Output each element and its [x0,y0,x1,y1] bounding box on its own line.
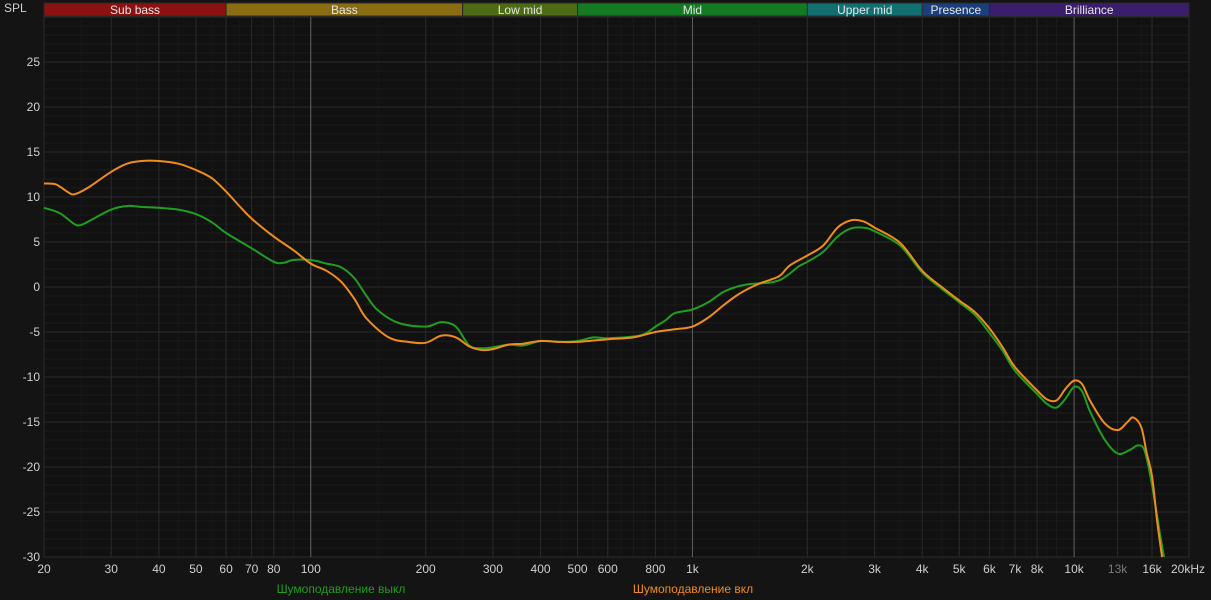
legend-item: Шумоподавление выкл [277,582,406,596]
y-tick-label: -25 [23,505,41,519]
x-tick-label: 13k [1108,562,1128,576]
y-tick-label: 25 [27,55,41,69]
y-tick-label: 0 [33,280,40,294]
x-tick-label: 5k [953,562,967,576]
x-tick-label: 400 [531,562,551,576]
band-label: Presence [930,3,981,17]
legend-item: Шумоподавление вкл [633,582,753,596]
x-tick-label: 40 [152,562,166,576]
y-tick-label: 10 [27,190,41,204]
y-tick-label: -15 [23,415,41,429]
x-tick-label: 500 [568,562,588,576]
x-tick-label: 3k [868,562,882,576]
x-tick-label: 8k [1031,562,1045,576]
x-tick-label: 200 [416,562,436,576]
band-label: Sub bass [110,3,160,17]
x-tick-label: 4k [916,562,930,576]
band-label: Upper mid [837,3,892,17]
y-tick-label: -5 [29,325,40,339]
frequency-response-chart: Sub bass Bass Low mid Mid Upper mid Presence B… [0,0,1211,600]
band-label: Bass [331,3,358,17]
y-tick-label: 15 [27,145,41,159]
y-tick-label: -10 [23,370,41,384]
band-label: Brilliance [1065,3,1114,17]
x-tick-label: 10k [1064,562,1084,576]
band-label: Low mid [498,3,543,17]
x-tick-label: 300 [483,562,503,576]
x-tick-label: 7k [1009,562,1023,576]
x-tick-label: 800 [645,562,665,576]
x-tick-label: 20 [37,562,51,576]
y-tick-label: 5 [33,235,40,249]
frequency-bands: Sub bass Bass Low mid Mid Upper mid Presence B… [43,2,1190,17]
x-tick-label: 20kHz [1171,562,1205,576]
x-tick-label: 30 [105,562,119,576]
y-axis-label: SPL [4,1,27,15]
x-tick-label: 1k [686,562,700,576]
x-tick-label: 70 [245,562,259,576]
x-tick-label: 50 [189,562,203,576]
x-tick-label: 2k [801,562,815,576]
x-tick-label: 100 [301,562,321,576]
y-tick-label: -20 [23,460,41,474]
y-tick-label: 20 [27,100,41,114]
x-tick-label: 600 [598,562,618,576]
x-tick-label: 16k [1142,562,1162,576]
band-label: Mid [683,3,702,17]
x-tick-label: 60 [219,562,233,576]
x-tick-label: 6k [983,562,997,576]
x-tick-label: 80 [267,562,281,576]
